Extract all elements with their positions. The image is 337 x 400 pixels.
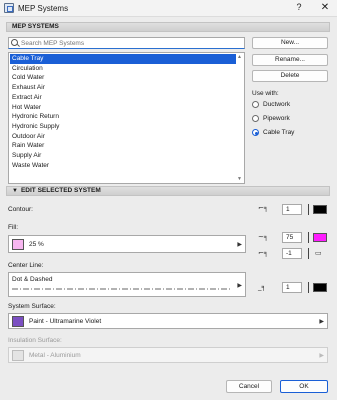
fill-selector[interactable]: 25 % ▶	[8, 235, 246, 253]
insulation-surface-selector: Metal - Aluminium ▶	[8, 347, 328, 363]
list-item[interactable]: Hydronic Supply	[10, 122, 236, 132]
list-item[interactable]: Hot Water	[10, 103, 236, 113]
scroll-up-icon[interactable]: ▲	[237, 54, 242, 60]
list-item[interactable]: Extract Air	[10, 93, 236, 103]
system-surface-label: System Surface:	[8, 303, 56, 310]
radio-cable-tray[interactable]	[252, 129, 259, 136]
fill-value: 25 %	[29, 241, 44, 248]
separator	[308, 248, 309, 259]
scroll-down-icon[interactable]: ▼	[237, 176, 242, 182]
monitor-icon[interactable]: ▭	[315, 249, 322, 257]
mep-systems-header: MEP SYSTEMS	[6, 22, 330, 32]
list-item[interactable]: Exhaust Air	[10, 83, 236, 93]
chevron-right-icon: ▶	[237, 283, 242, 289]
insulation-surface-value: Metal - Aluminium	[29, 352, 81, 359]
contour-pen-icon: ⌐╕	[258, 204, 269, 212]
help-button[interactable]: ?	[292, 2, 306, 14]
radio-ductwork[interactable]	[252, 101, 259, 108]
surface-color-swatch	[12, 316, 24, 327]
system-surface-value: Paint - Ultramarine Violet	[29, 318, 102, 325]
list-item[interactable]: Cable Tray	[10, 54, 236, 64]
separator	[308, 282, 309, 293]
new-button[interactable]: New...	[252, 37, 328, 49]
line-type-preview	[12, 288, 232, 290]
search-box[interactable]	[8, 37, 245, 49]
ok-button[interactable]: OK	[280, 380, 328, 393]
delete-button[interactable]: Delete	[252, 70, 328, 82]
system-surface-selector[interactable]: Paint - Ultramarine Violet ▶	[8, 313, 328, 329]
chevron-right-icon: ▶	[319, 353, 324, 359]
center-line-selector[interactable]: Dot & Dashed ▶	[8, 272, 246, 297]
list-item[interactable]: Rain Water	[10, 141, 236, 151]
center-line-pen-field[interactable]: 1	[282, 282, 302, 293]
search-icon	[11, 39, 18, 46]
insulation-surface-label: Insulation Surface:	[8, 337, 62, 344]
app-icon	[4, 3, 14, 13]
contour-label: Contour:	[8, 206, 33, 213]
fill-color-swatch	[12, 239, 24, 250]
list-item[interactable]: Circulation	[10, 64, 236, 74]
list-item[interactable]: Supply Air	[10, 151, 236, 161]
separator	[308, 232, 309, 243]
radio-cable-tray-label: Cable Tray	[263, 129, 295, 136]
fill-pen-color-swatch[interactable]	[313, 233, 327, 242]
radio-pipework[interactable]	[252, 115, 259, 122]
cancel-button[interactable]: Cancel	[226, 380, 272, 393]
chevron-right-icon: ▶	[237, 242, 242, 248]
list-item[interactable]: Waste Water	[10, 161, 236, 171]
center-line-value: Dot & Dashed	[12, 276, 53, 283]
radio-pipework-label: Pipework	[263, 115, 290, 122]
contour-color-swatch[interactable]	[313, 205, 327, 214]
background-pen-field[interactable]: -1	[282, 248, 302, 259]
edit-selected-header[interactable]: ▼ EDIT SELECTED SYSTEM	[6, 186, 330, 196]
contour-pen-field[interactable]: 1	[282, 204, 302, 215]
systems-list[interactable]: Cable Tray Circulation Cold Water Exhaust A…	[8, 52, 245, 184]
radio-ductwork-label: Ductwork	[263, 101, 291, 108]
center-line-color-swatch[interactable]	[313, 283, 327, 292]
fill-pen-field[interactable]: 75	[282, 232, 302, 243]
chevron-right-icon: ▶	[319, 319, 324, 325]
list-scrollbar[interactable]: ▲ ▼	[236, 53, 244, 183]
list-item[interactable]: Hydronic Return	[10, 112, 236, 122]
center-line-label: Center Line:	[8, 262, 44, 269]
search-input[interactable]	[21, 39, 241, 48]
separator	[308, 204, 309, 215]
rename-button[interactable]: Rename...	[252, 54, 328, 66]
fill-pen-icon: ~╕	[258, 233, 269, 241]
background-pen-icon: ⌐╕	[258, 249, 269, 257]
collapse-triangle-icon: ▼	[12, 188, 18, 194]
insulation-color-swatch	[12, 350, 24, 361]
list-item[interactable]: Cold Water	[10, 73, 236, 83]
center-line-pen-icon: _╕	[258, 283, 266, 291]
use-with-label: Use with:	[252, 90, 279, 97]
window-title: MEP Systems	[18, 4, 69, 13]
close-button[interactable]: ✕	[318, 2, 332, 14]
fill-label: Fill:	[8, 224, 19, 231]
list-item[interactable]: Outdoor Air	[10, 132, 236, 142]
